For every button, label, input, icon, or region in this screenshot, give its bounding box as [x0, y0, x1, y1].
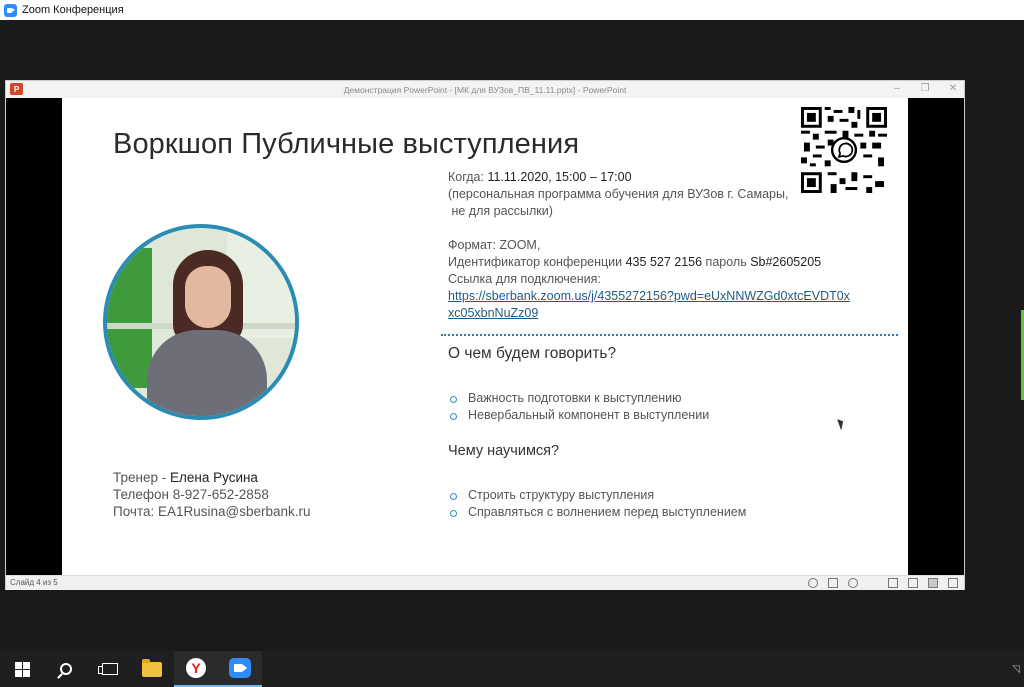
window-controls: – ❐ ✕	[892, 82, 958, 96]
photo-person-body	[147, 330, 267, 416]
powerpoint-window: P Демонстрация PowerPoint - [МК для ВУЗо…	[5, 80, 965, 590]
powerpoint-window-title: Демонстрация PowerPoint - [МК для ВУЗов_…	[343, 84, 627, 95]
photo-background-green	[107, 248, 152, 388]
trainer-name: Елена Русина	[169, 470, 258, 485]
powerpoint-status-bar: Слайд 4 из 5	[6, 575, 964, 590]
section-topics-title: О чем будем говорить?	[448, 345, 617, 362]
yandex-browser-icon: Y	[186, 658, 206, 678]
search-button[interactable]	[44, 651, 88, 687]
start-button[interactable]	[0, 651, 44, 687]
slide-title: Воркшоп Публичные выступления	[113, 128, 580, 160]
when-label: Когда:	[448, 170, 488, 184]
trainer-email: Почта: EA1Rusina@sberbank.ru	[113, 504, 311, 519]
windows-start-icon	[14, 661, 30, 677]
list-item: Справляться с волнением перед выступлени…	[448, 504, 746, 521]
notification-corner-icon[interactable]: ◹	[1012, 664, 1020, 675]
format-line: Формат: ZOOM,	[448, 238, 541, 252]
when-line: Когда: 11.11.2020, 15:00 – 17:00	[448, 169, 888, 186]
status-bar-controls	[808, 578, 958, 588]
reading-view-icon[interactable]	[928, 578, 938, 588]
next-slide-icon[interactable]	[848, 578, 858, 588]
list-item: Строить структуру выступления	[448, 487, 746, 504]
normal-view-icon[interactable]	[888, 578, 898, 588]
zoom-app-icon	[229, 658, 251, 678]
taskbar-tray: ◹	[1012, 651, 1020, 687]
task-view-button[interactable]	[88, 651, 132, 687]
event-details: Когда: 11.11.2020, 15:00 – 17:00 (персон…	[448, 169, 888, 322]
zoom-window-title: Zoom Конференция	[22, 4, 124, 16]
section-topics-list: Важность подготовки к выступлению Неверб…	[448, 390, 709, 424]
list-item: Важность подготовки к выступлению	[448, 390, 709, 407]
zoom-app-button[interactable]	[218, 651, 262, 687]
mouse-cursor-icon	[837, 417, 846, 431]
when-value: 11.11.2020, 15:00 – 17:00	[487, 170, 632, 184]
zoom-join-link-line-1: https://sberbank.zoom.us/j/4355272156?pw…	[448, 289, 850, 303]
trainer-line: Тренер - Елена Русина	[113, 469, 311, 486]
trainer-info: Тренер - Елена Русина Телефон 8-927-652-…	[113, 469, 311, 520]
trainer-phone: Телефон 8-927-652-2858	[113, 487, 269, 502]
conference-id-value: 435 527 2156	[625, 255, 703, 269]
slide-counter: Слайд 4 из 5	[10, 578, 58, 587]
list-item: Невербальный компонент в выступлении	[448, 407, 709, 424]
conference-id-line: Идентификатор конференции 435 527 2156 п…	[448, 254, 888, 271]
minimize-button[interactable]: –	[892, 82, 902, 96]
dotted-divider	[441, 334, 898, 336]
zoom-titlebar: Zoom Конференция	[0, 0, 1024, 20]
trainer-photo-frame	[103, 224, 299, 420]
section-skills-title: Чему научимся?	[448, 443, 560, 459]
zoom-join-link[interactable]: https://sberbank.zoom.us/j/4355272156?pw…	[448, 289, 850, 320]
close-button[interactable]: ✕	[948, 82, 958, 96]
photo-person-face	[185, 266, 231, 328]
slide-stage: Воркшоп Публичные выступления Тренер - Е…	[6, 98, 964, 575]
section-skills-list: Строить структуру выступления Справлятьс…	[448, 487, 746, 521]
powerpoint-titlebar: P Демонстрация PowerPoint - [МК для ВУЗо…	[6, 81, 964, 98]
trainer-label: Тренер -	[113, 470, 170, 485]
zoom-join-link-line-2: xc05xbnNuZz09	[448, 306, 539, 320]
note-line-1: (персональная программа обучения для ВУЗ…	[448, 187, 789, 201]
password-label: пароль	[702, 255, 751, 269]
link-label: Ссылка для подключения:	[448, 272, 601, 286]
zoom-logo-icon	[4, 3, 17, 17]
previous-slide-icon[interactable]	[808, 578, 818, 588]
search-icon	[60, 663, 72, 675]
slide-sorter-icon[interactable]	[908, 578, 918, 588]
slide[interactable]: Воркшоп Публичные выступления Тренер - Е…	[62, 98, 908, 575]
slide-menu-icon[interactable]	[828, 578, 838, 588]
task-view-icon	[98, 663, 118, 675]
conference-id-label: Идентификатор конференции	[448, 255, 626, 269]
yandex-browser-button[interactable]: Y	[174, 651, 218, 687]
file-explorer-icon	[142, 658, 162, 677]
password-value: Sb#2605205	[750, 255, 822, 269]
file-explorer-button[interactable]	[130, 651, 174, 687]
slideshow-view-icon[interactable]	[948, 578, 958, 588]
trainer-photo	[107, 228, 295, 416]
note-line-2: не для рассылки)	[448, 204, 553, 218]
restore-button[interactable]: ❐	[920, 82, 930, 96]
windows-taskbar: Y ◹	[0, 651, 1024, 687]
powerpoint-app-icon: P	[10, 83, 23, 95]
